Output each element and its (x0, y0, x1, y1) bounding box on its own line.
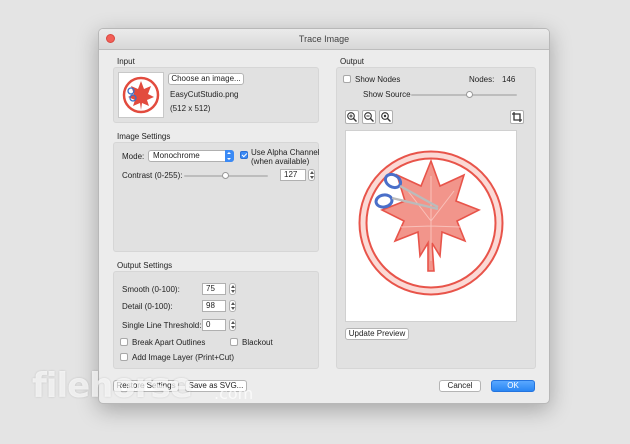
output-settings-label: Output Settings (117, 261, 173, 270)
blackout-label: Blackout (242, 338, 273, 347)
input-dimensions: (512 x 512) (170, 104, 211, 113)
thumbnail-leaf-icon (122, 76, 160, 114)
smooth-input[interactable]: 75 (202, 283, 226, 295)
show-source-label: Show Source (363, 90, 411, 99)
mode-label: Mode: (122, 152, 145, 161)
input-panel: Choose an image... EasyCutStudio.png (51… (113, 67, 319, 123)
ok-button[interactable]: OK (491, 380, 535, 392)
output-section-label: Output (340, 57, 365, 66)
filehorse-watermark: filehorse (32, 366, 193, 406)
title-bar[interactable]: Trace Image (99, 29, 549, 50)
smooth-label: Smooth (0-100): (122, 285, 180, 294)
input-section-label: Input (117, 57, 135, 66)
contrast-label: Contrast (0-255): (122, 171, 183, 180)
threshold-input[interactable]: 0 (202, 319, 226, 331)
choose-image-button[interactable]: Choose an image... (168, 73, 244, 85)
zoom-in-icon (347, 112, 357, 122)
input-filename: EasyCutStudio.png (170, 90, 239, 99)
input-thumbnail (118, 72, 164, 118)
nodes-label: Nodes: (469, 75, 495, 84)
detail-stepper[interactable] (229, 300, 236, 312)
threshold-stepper[interactable] (229, 319, 236, 331)
output-panel: Show Nodes Nodes: 146 Show Source Update… (336, 67, 536, 369)
filehorse-watermark-domain: .com (214, 384, 254, 403)
traced-leaf-icon (358, 150, 504, 296)
show-nodes-checkbox[interactable] (343, 75, 351, 83)
add-image-layer-label: Add Image Layer (Print+Cut) (132, 353, 235, 362)
mode-select-value: Monochrome (153, 151, 200, 160)
zoom-out-button[interactable] (362, 110, 376, 124)
break-apart-checkbox[interactable] (120, 338, 128, 346)
contrast-slider-knob[interactable] (222, 172, 230, 179)
nodes-count: 146 (502, 75, 516, 84)
mode-select[interactable]: Monochrome (148, 150, 234, 162)
window-title: Trace Image (298, 34, 350, 44)
detail-input[interactable]: 98 (202, 300, 226, 312)
crop-button[interactable] (510, 110, 524, 124)
zoom-in-button[interactable] (345, 110, 359, 124)
zoom-out-icon (364, 112, 374, 122)
threshold-label: Single Line Threshold: (122, 321, 202, 330)
update-preview-button[interactable]: Update Preview (345, 328, 409, 340)
smooth-stepper[interactable] (229, 283, 236, 295)
output-preview-canvas[interactable] (345, 130, 517, 322)
contrast-input[interactable]: 127 (280, 169, 306, 181)
use-alpha-checkbox[interactable] (240, 151, 248, 159)
break-apart-label: Break Apart Outlines (132, 338, 206, 347)
zoom-fit-icon (381, 112, 391, 122)
crop-icon (512, 112, 522, 122)
use-alpha-sublabel: (when available) (251, 157, 310, 166)
show-source-slider-knob[interactable] (465, 91, 473, 98)
trace-image-dialog: Trace Image Input Choose an image... Eas… (98, 28, 550, 404)
use-alpha-label: Use Alpha Channel (251, 148, 320, 157)
cancel-button[interactable]: Cancel (439, 380, 481, 392)
mode-select-arrow-icon (225, 150, 234, 162)
zoom-fit-button[interactable] (379, 110, 393, 124)
add-image-layer-checkbox[interactable] (120, 353, 128, 361)
show-nodes-label: Show Nodes (355, 75, 401, 84)
output-settings-panel: Smooth (0-100): 75 Detail (0-100): 98 Si… (113, 271, 319, 369)
image-settings-label: Image Settings (117, 132, 171, 141)
blackout-checkbox[interactable] (230, 338, 238, 346)
contrast-stepper[interactable] (308, 169, 315, 181)
image-settings-panel: Mode: Monochrome Use Alpha Channel (when… (113, 142, 320, 252)
show-source-slider-track[interactable] (411, 94, 517, 96)
detail-label: Detail (0-100): (122, 302, 173, 311)
